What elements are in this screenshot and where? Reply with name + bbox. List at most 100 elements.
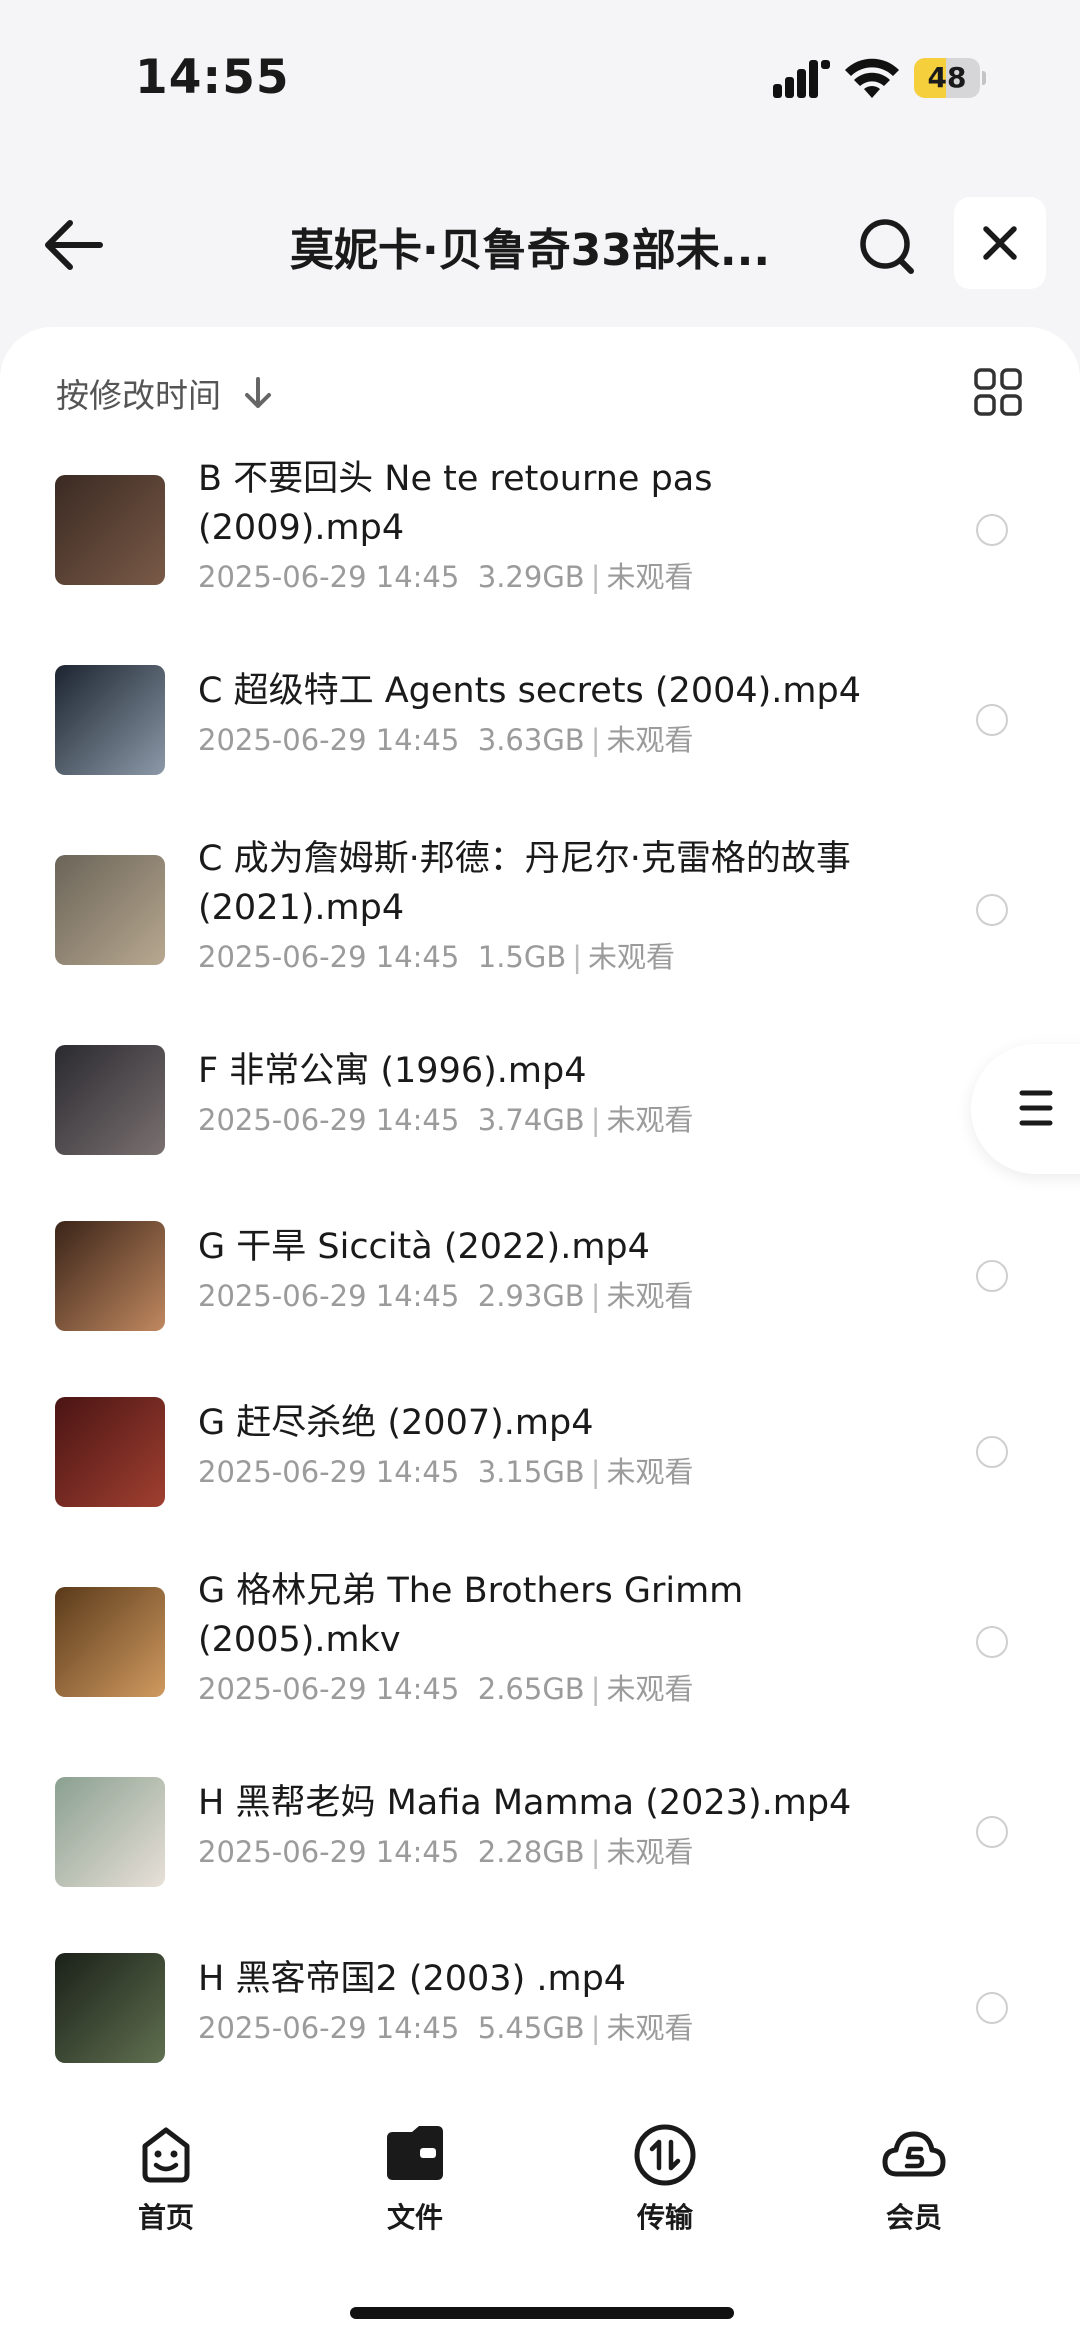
file-date: 2025-06-29 14:45 bbox=[198, 560, 460, 594]
file-name: H 黑帮老妈 Mafia Mamma (2023).mp4 bbox=[198, 1783, 852, 1823]
transfer-icon bbox=[634, 2124, 696, 2186]
file-meta: 2025-06-29 14:45 1.5GB | 未观看 bbox=[198, 940, 676, 974]
file-name: G 格林兄弟 The Brothers Grimm (2005).mkv bbox=[198, 1571, 744, 1660]
screen: 14:55 48 莫妮卡·贝鲁奇33部未... 按修改时间 B 不要回头 Ne … bbox=[0, 0, 1080, 2341]
file-list-card: 按修改时间 B 不要回头 Ne te retourne pas (2009).m… bbox=[0, 327, 1080, 2341]
file-size: 3.15GB bbox=[477, 1455, 585, 1489]
file-name: G 干旱 Siccità (2022).mp4 bbox=[198, 1227, 650, 1267]
watch-status: 未观看 bbox=[606, 2011, 694, 2045]
close-button[interactable] bbox=[954, 197, 1046, 289]
select-radio[interactable] bbox=[976, 514, 1008, 546]
file-item[interactable]: C 超级特工 Agents secrets (2004).mp4 2025-06… bbox=[0, 645, 1080, 815]
bottom-nav: 首页 文件 传输 会员 bbox=[0, 2100, 1080, 2341]
status-bar: 14:55 48 bbox=[0, 0, 1080, 150]
file-date: 2025-06-29 14:45 bbox=[198, 1672, 460, 1706]
file-name: C 成为詹姆斯·邦德：丹尼尔·克雷格的故事 (2021).mp4 bbox=[198, 839, 851, 928]
nav-item-home[interactable]: 首页 bbox=[96, 2122, 236, 2236]
file-meta: 2025-06-29 14:45 3.63GB | 未观看 bbox=[198, 723, 694, 757]
file-date: 2025-06-29 14:45 bbox=[198, 723, 460, 757]
nav-label: 首页 bbox=[137, 2201, 194, 2234]
file-meta: 2025-06-29 14:45 2.65GB | 未观看 bbox=[198, 1672, 694, 1706]
file-size: 2.65GB bbox=[477, 1672, 585, 1706]
file-size: 2.93GB bbox=[477, 1279, 585, 1313]
file-name: B 不要回头 Ne te retourne pas (2009).mp4 bbox=[198, 459, 713, 548]
file-item[interactable]: B 不要回头 Ne te retourne pas (2009).mp4 202… bbox=[0, 455, 1080, 625]
select-radio[interactable] bbox=[976, 894, 1008, 926]
nav-label: 会员 bbox=[885, 2201, 942, 2234]
select-radio[interactable] bbox=[976, 1626, 1008, 1658]
wifi-icon bbox=[845, 58, 899, 98]
file-size: 1.5GB bbox=[477, 940, 567, 974]
file-meta: 2025-06-29 14:45 3.29GB | 未观看 bbox=[198, 560, 694, 594]
sort-control[interactable]: 按修改时间 bbox=[56, 369, 272, 415]
file-item[interactable]: H 黑客帝国2 (2003) .mp4 2025-06-29 14:45 5.4… bbox=[0, 1933, 1080, 2103]
file-size: 2.28GB bbox=[477, 1835, 585, 1869]
search-icon[interactable] bbox=[858, 217, 918, 277]
watch-status: 未观看 bbox=[606, 560, 694, 594]
file-date: 2025-06-29 14:45 bbox=[198, 2011, 460, 2045]
watch-status: 未观看 bbox=[606, 1455, 694, 1489]
file-date: 2025-06-29 14:45 bbox=[198, 1835, 460, 1869]
home-indicator bbox=[350, 2307, 734, 2319]
file-item[interactable]: G 干旱 Siccità (2022).mp4 2025-06-29 14:45… bbox=[0, 1201, 1080, 1371]
file-size: 5.45GB bbox=[477, 2011, 585, 2045]
watch-status: 未观看 bbox=[606, 1835, 694, 1869]
arrow-down-icon bbox=[245, 377, 272, 408]
nav-item-files[interactable]: 文件 bbox=[345, 2122, 485, 2236]
sort-label: 按修改时间 bbox=[56, 376, 221, 415]
file-date: 2025-06-29 14:45 bbox=[198, 940, 460, 974]
file-date: 2025-06-29 14:45 bbox=[198, 1279, 460, 1313]
file-size: 3.63GB bbox=[477, 723, 585, 757]
select-radio[interactable] bbox=[976, 1816, 1008, 1848]
file-name: C 超级特工 Agents secrets (2004).mp4 bbox=[198, 671, 861, 711]
watch-status: 未观看 bbox=[606, 1279, 694, 1313]
grid-view-icon[interactable] bbox=[973, 367, 1023, 417]
video-thumbnail bbox=[55, 1953, 165, 2063]
video-thumbnail bbox=[55, 475, 165, 585]
file-size: 3.29GB bbox=[477, 560, 585, 594]
nav-label: 文件 bbox=[386, 2201, 443, 2234]
file-meta: 2025-06-29 14:45 5.45GB | 未观看 bbox=[198, 2011, 694, 2045]
select-radio[interactable] bbox=[976, 1260, 1008, 1292]
file-meta: 2025-06-29 14:45 2.93GB | 未观看 bbox=[198, 1279, 694, 1313]
video-thumbnail bbox=[55, 665, 165, 775]
file-meta: 2025-06-29 14:45 3.74GB | 未观看 bbox=[198, 1103, 694, 1137]
watch-status: 未观看 bbox=[606, 1103, 694, 1137]
battery-level: 48 bbox=[927, 61, 967, 94]
video-thumbnail bbox=[55, 1221, 165, 1331]
nav-item-transfer[interactable]: 传输 bbox=[595, 2122, 735, 2236]
video-thumbnail bbox=[55, 1045, 165, 1155]
video-thumbnail bbox=[55, 855, 165, 965]
signal-icon bbox=[773, 60, 830, 98]
list-menu-icon bbox=[1019, 1090, 1053, 1126]
status-time: 14:55 bbox=[135, 50, 290, 105]
nav-label: 传输 bbox=[636, 2201, 693, 2234]
file-item[interactable]: G 格林兄弟 The Brothers Grimm (2005).mkv 202… bbox=[0, 1567, 1080, 1737]
file-name: F 非常公寓 (1996).mp4 bbox=[198, 1051, 587, 1091]
select-radio[interactable] bbox=[976, 704, 1008, 736]
file-size: 3.74GB bbox=[477, 1103, 585, 1137]
page-title: 莫妮卡·贝鲁奇33部未... bbox=[289, 225, 771, 276]
file-item[interactable]: C 成为詹姆斯·邦德：丹尼尔·克雷格的故事 (2021).mp4 2025-06… bbox=[0, 835, 1080, 1005]
file-meta: 2025-06-29 14:45 3.15GB | 未观看 bbox=[198, 1455, 694, 1489]
file-date: 2025-06-29 14:45 bbox=[198, 1455, 460, 1489]
video-thumbnail bbox=[55, 1587, 165, 1697]
watch-status: 未观看 bbox=[606, 723, 694, 757]
file-item[interactable]: F 非常公寓 (1996).mp4 2025-06-29 14:45 3.74G… bbox=[0, 1025, 1080, 1195]
folder-icon bbox=[387, 2126, 443, 2180]
select-radio[interactable] bbox=[976, 1436, 1008, 1468]
file-name: G 赶尽杀绝 (2007).mp4 bbox=[198, 1403, 594, 1443]
select-radio[interactable] bbox=[976, 1992, 1008, 2024]
close-icon bbox=[983, 226, 1017, 260]
battery-indicator: 48 bbox=[914, 58, 986, 98]
file-item[interactable]: H 黑帮老妈 Mafia Mamma (2023).mp4 2025-06-29… bbox=[0, 1757, 1080, 1927]
file-meta: 2025-06-29 14:45 2.28GB | 未观看 bbox=[198, 1835, 694, 1869]
back-arrow-icon[interactable] bbox=[40, 215, 110, 275]
watch-status: 未观看 bbox=[606, 1672, 694, 1706]
nav-item-vip[interactable]: 会员 bbox=[844, 2122, 984, 2236]
header: 莫妮卡·贝鲁奇33部未... bbox=[0, 190, 1080, 300]
file-item[interactable]: G 赶尽杀绝 (2007).mp4 2025-06-29 14:45 3.15G… bbox=[0, 1377, 1080, 1547]
video-thumbnail bbox=[55, 1777, 165, 1887]
file-name: H 黑客帝国2 (2003) .mp4 bbox=[198, 1959, 627, 1999]
file-date: 2025-06-29 14:45 bbox=[198, 1103, 460, 1137]
